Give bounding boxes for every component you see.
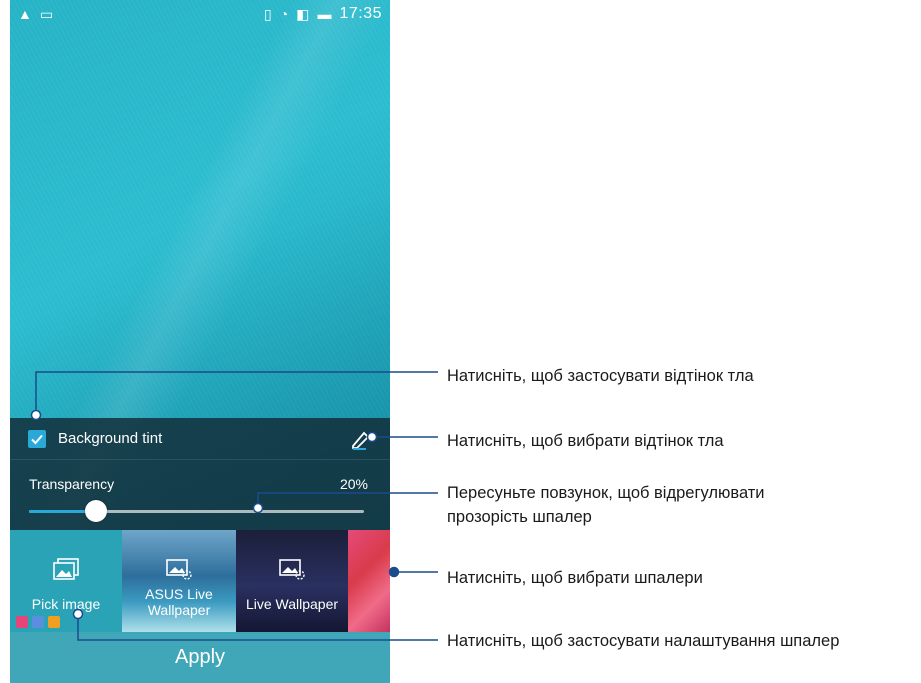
tint-color-picker-icon[interactable] <box>350 428 374 450</box>
callout-select-wallpaper: Натисніть, щоб вибрати шпалери <box>447 569 703 587</box>
asus-live-wallpaper-tile[interactable]: ASUS Live Wallpaper <box>122 530 236 632</box>
asus-icon: ▲ <box>18 6 32 22</box>
sim-icon: ◧ <box>296 6 310 22</box>
app-icon <box>32 616 44 628</box>
wallpaper-thumbnail[interactable] <box>348 530 390 632</box>
transparency-slider-thumb[interactable] <box>85 500 107 522</box>
clock: 17:35 <box>339 5 382 22</box>
callout-apply-settings: Натисніть, щоб застосувати налаштування … <box>447 632 840 650</box>
live-wallpaper-icon <box>166 559 192 580</box>
apply-button[interactable]: Apply <box>10 632 390 683</box>
live-wallpaper-tile[interactable]: Live Wallpaper <box>236 530 348 632</box>
transparency-value: 20% <box>339 476 368 492</box>
app-icon <box>16 616 28 628</box>
wallpaper-settings-panel: Background tint Transparency 20% <box>10 418 390 530</box>
phone-screen: ▲ ▭ ▯ ◔ ◧ ▬ 17:35 Background tint Transp… <box>10 0 390 683</box>
callout-apply-tint: Натисніть, щоб застосувати відтінок тла <box>447 367 754 385</box>
callout-select-tint: Натисніть, щоб вибрати відтінок тла <box>447 432 724 450</box>
callout-slider: Пересуньте повзунок, щоб відрегулювати п… <box>447 484 765 526</box>
background-tint-row[interactable]: Background tint <box>10 418 390 460</box>
checkmark-icon <box>31 434 43 444</box>
vibrate-icon: ▯ <box>264 6 272 22</box>
transparency-label: Transparency <box>29 476 115 492</box>
battery-icon: ▬ <box>317 6 332 22</box>
wallpaper-strip: Pick image ASUS Live Wallpaper Live Wall… <box>10 530 390 632</box>
background-tint-checkbox[interactable] <box>28 429 46 448</box>
app-icon <box>48 616 60 628</box>
pick-image-tile[interactable]: Pick image <box>10 530 122 632</box>
asus-live-wallpaper-label: ASUS Live Wallpaper <box>145 586 213 618</box>
live-wallpaper-icon <box>279 559 305 580</box>
gallery-icon <box>53 558 79 580</box>
app-icons <box>16 616 60 628</box>
pick-image-label: Pick image <box>31 596 101 612</box>
image-icon: ▭ <box>39 6 54 22</box>
background-tint-label: Background tint <box>58 430 163 447</box>
wifi-icon: ◔ <box>279 6 289 22</box>
status-bar: ▲ ▭ ▯ ◔ ◧ ▬ 17:35 <box>10 0 390 28</box>
live-wallpaper-label: Live Wallpaper <box>245 596 339 612</box>
